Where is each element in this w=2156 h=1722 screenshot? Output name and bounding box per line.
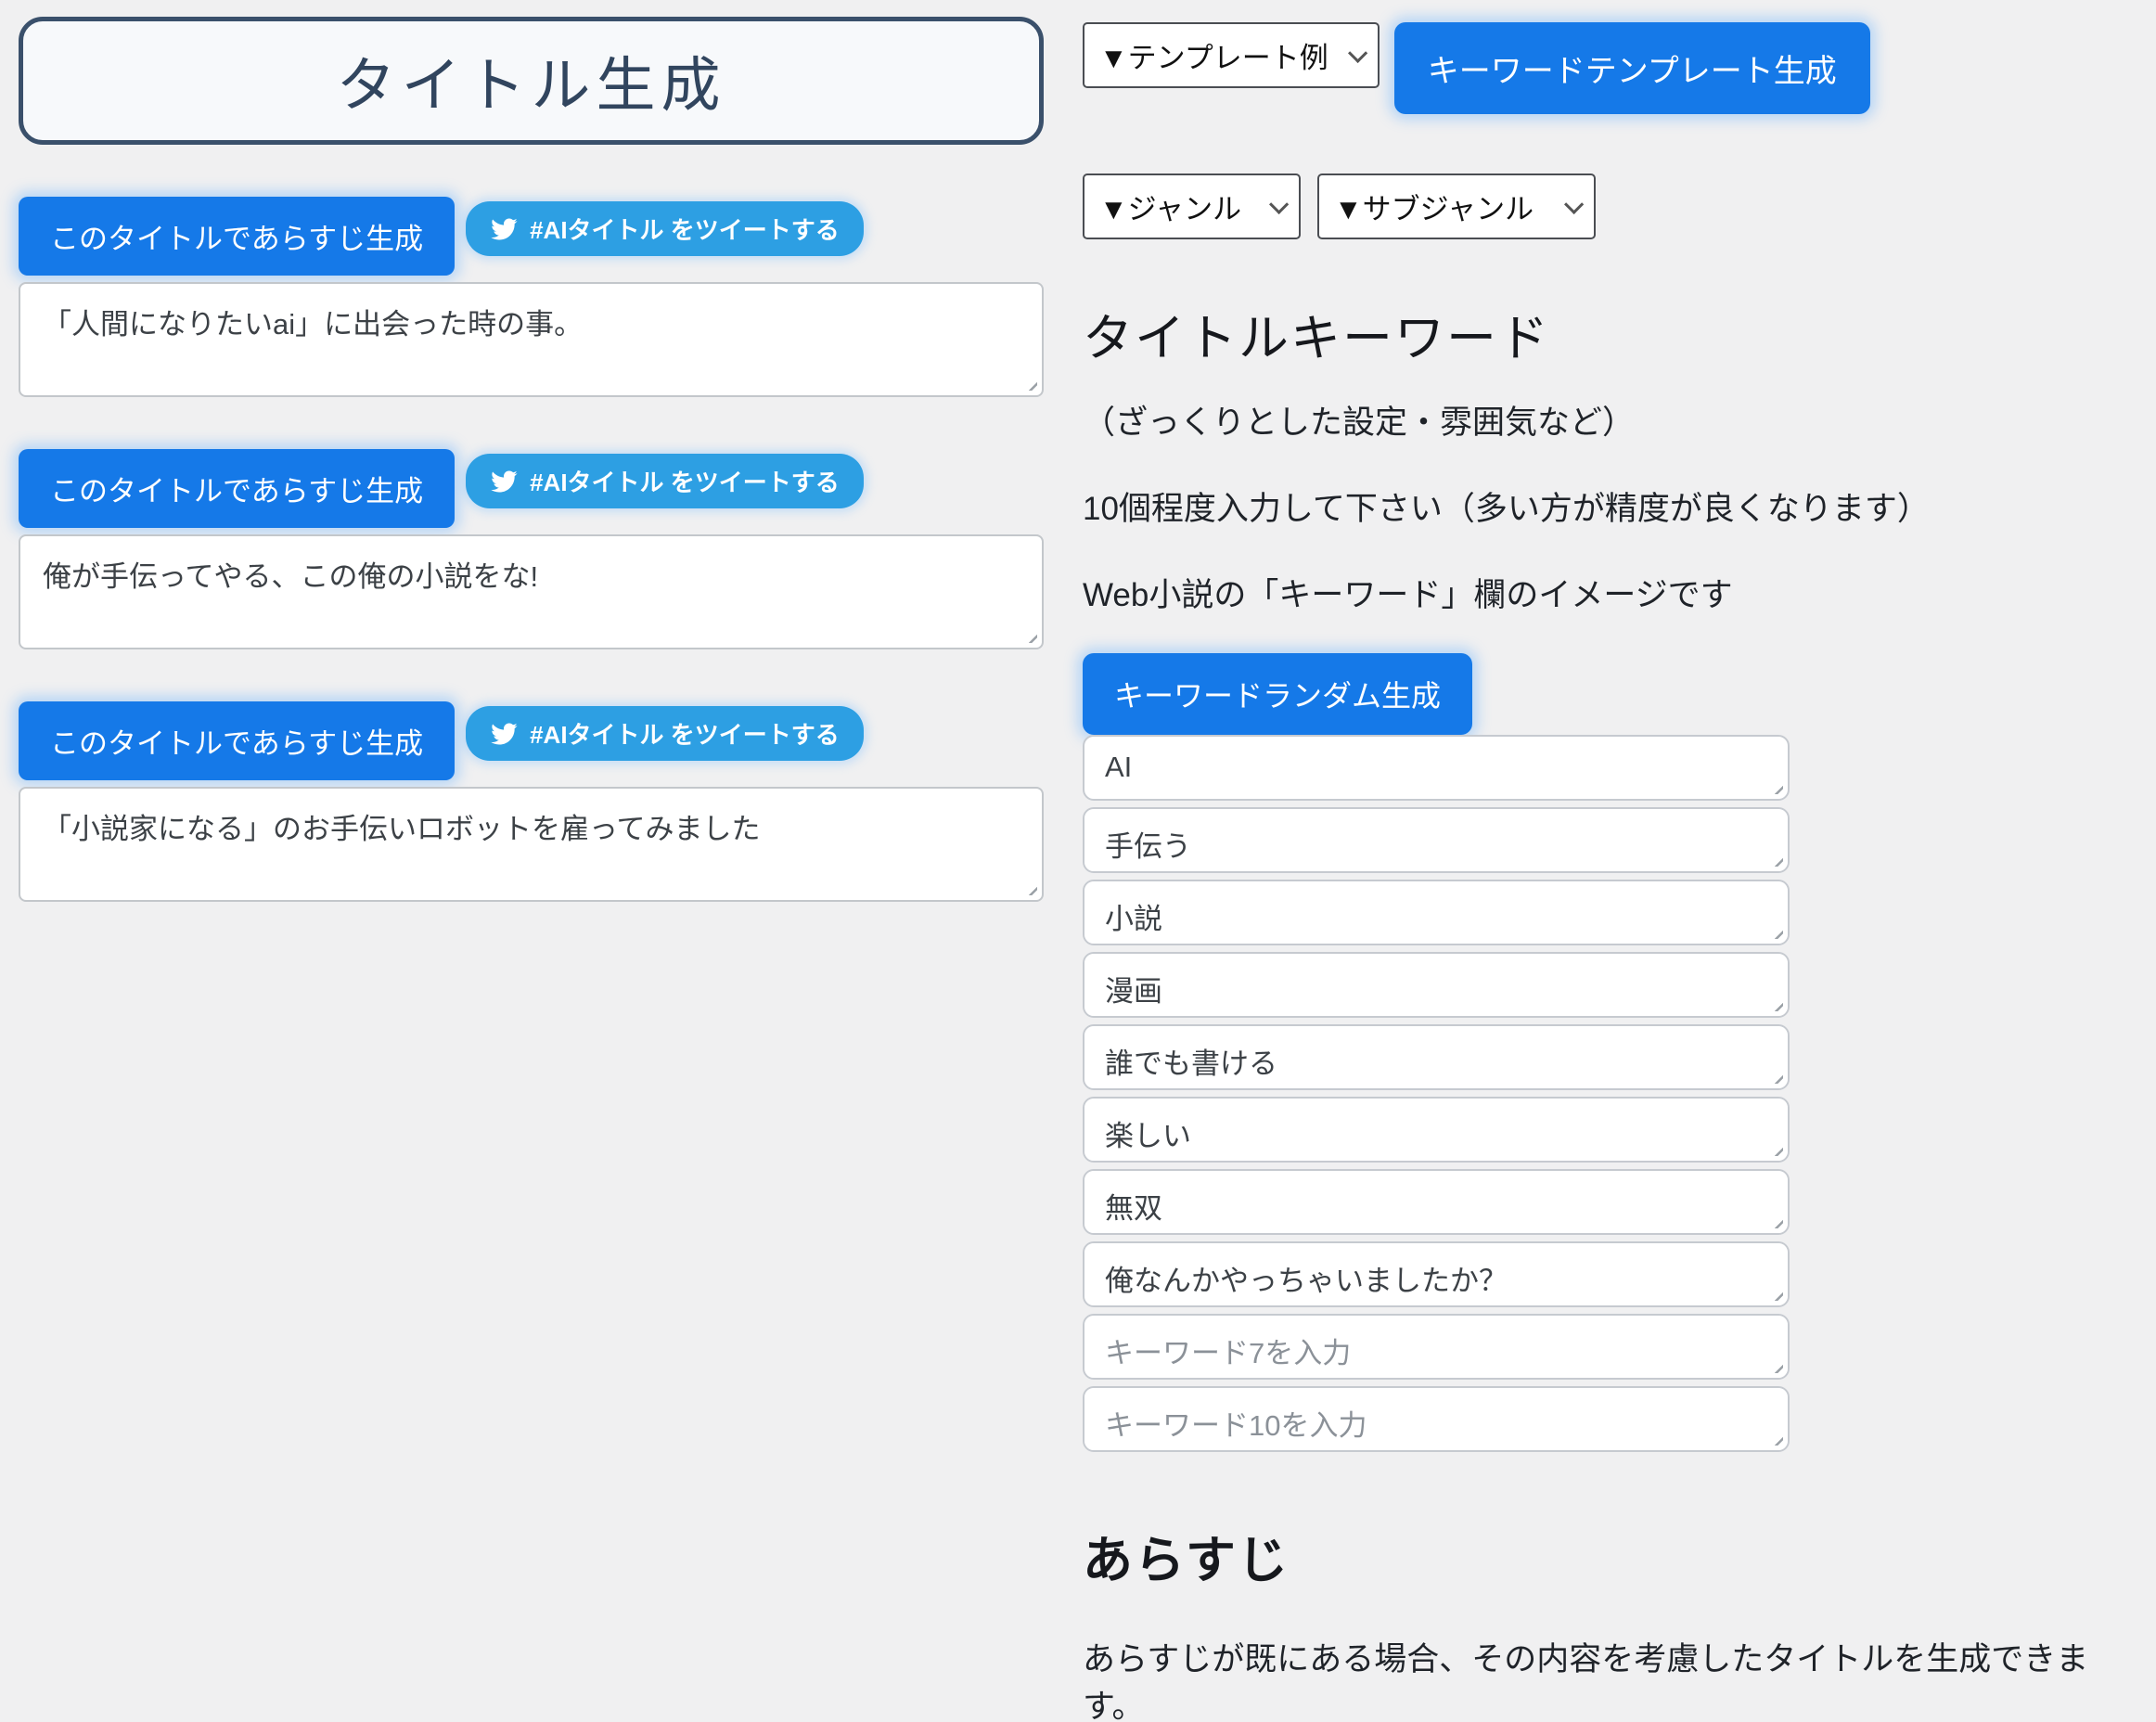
keyword-textarea[interactable]: 手伝う (1083, 807, 1790, 873)
generated-title-actions: このタイトルであらすじ生成 #AIタイトル をツイートする (19, 449, 1044, 528)
generated-title-textarea[interactable]: 「小説家になる」のお手伝いロボットを雇ってみました (19, 787, 1044, 902)
keyword-textarea[interactable]: 漫画 (1083, 952, 1790, 1018)
keyword-field-wrap (1083, 1386, 1790, 1452)
template-select-value: ▼テンプレート例 (1099, 34, 1328, 76)
template-select[interactable]: ▼テンプレート例 (1083, 22, 1380, 88)
generated-title-block: このタイトルであらすじ生成 #AIタイトル をツイートする 「小説家になる」のお… (19, 701, 1044, 902)
synopsis-heading: あらすじ (1083, 1519, 2131, 1592)
keyword-field-wrap: 小説 (1083, 880, 1790, 945)
generated-title-field-wrap: 「小説家になる」のお手伝いロボットを雇ってみました (19, 787, 1044, 902)
synopsis-description: あらすじが既にある場合、その内容を考慮したタイトルを生成できます。 (1083, 1633, 2131, 1722)
tweet-button-label: #AIタイトル をツイートする (530, 464, 840, 498)
generated-titles-column: タイトル生成 このタイトルであらすじ生成 #AIタイトル をツイートする 「人間… (19, 17, 1044, 902)
keywords-heading: タイトルキーワード (1083, 297, 2131, 370)
keyword-textarea[interactable]: 楽しい (1083, 1097, 1790, 1163)
twitter-bird-icon (490, 720, 518, 748)
keyword-textarea[interactable]: 誰でも書ける (1083, 1024, 1790, 1090)
generate-synopsis-button[interactable]: このタイトルであらすじ生成 (19, 197, 455, 276)
keyword-textarea[interactable]: 無双 (1083, 1169, 1790, 1235)
keyword-textarea[interactable]: 小説 (1083, 880, 1790, 945)
page-title: タイトル生成 (337, 38, 726, 123)
generated-title-field-wrap: 俺が手伝ってやる、この俺の小説をな! (19, 534, 1044, 649)
keyword-textarea[interactable] (1083, 1386, 1790, 1452)
genre-select[interactable]: ▼ジャンル (1083, 173, 1301, 239)
keyword-field-wrap: 手伝う (1083, 807, 1790, 873)
generate-synopsis-button[interactable]: このタイトルであらすじ生成 (19, 449, 455, 528)
keyword-field-wrap: AI (1083, 735, 1790, 801)
keywords-hint-count: 10個程度入力して下さい（多い方が精度が良くなります） (1083, 482, 2131, 530)
twitter-bird-icon (490, 468, 518, 495)
chevron-down-icon (1269, 195, 1289, 214)
title-generator-page: タイトル生成 このタイトルであらすじ生成 #AIタイトル をツイートする 「人間… (0, 0, 2156, 1722)
chevron-down-icon (1564, 195, 1584, 214)
keyword-field-wrap: 無双 (1083, 1169, 1790, 1235)
generated-title-block: このタイトルであらすじ生成 #AIタイトル をツイートする 「人間になりたいai… (19, 197, 1044, 397)
template-row: ▼テンプレート例 キーワードテンプレート生成 (1083, 22, 2131, 114)
keyword-list: AI 手伝う 小説 漫画 誰でも書ける 楽しい (1083, 735, 2131, 1452)
chevron-down-icon (1348, 44, 1367, 63)
keyword-field-wrap (1083, 1314, 1790, 1380)
generated-title-textarea[interactable]: 「人間になりたいai」に出会った時の事。 (19, 282, 1044, 397)
twitter-bird-icon (490, 215, 518, 243)
tweet-button[interactable]: #AIタイトル をツイートする (466, 201, 864, 256)
subgenre-select[interactable]: ▼サブジャンル (1317, 173, 1596, 239)
tweet-button-label: #AIタイトル をツイートする (530, 716, 840, 751)
genre-row: ▼ジャンル ▼サブジャンル (1083, 173, 2131, 239)
generate-synopsis-button[interactable]: このタイトルであらすじ生成 (19, 701, 455, 780)
keyword-textarea[interactable]: 俺なんかやっちゃいましたか？ (1083, 1241, 1790, 1307)
keyword-field-wrap: 誰でも書ける (1083, 1024, 1790, 1090)
random-keywords-button[interactable]: キーワードランダム生成 (1083, 653, 1472, 735)
generated-title-actions: このタイトルであらすじ生成 #AIタイトル をツイートする (19, 197, 1044, 276)
keyword-field-wrap: 俺なんかやっちゃいましたか？ (1083, 1241, 1790, 1307)
tweet-button[interactable]: #AIタイトル をツイートする (466, 706, 864, 761)
keywords-subheading: （ざっくりとした設定・雰囲気など） (1083, 396, 2131, 443)
tweet-button[interactable]: #AIタイトル をツイートする (466, 454, 864, 508)
subgenre-select-value: ▼サブジャンル (1334, 186, 1534, 227)
generated-title-field-wrap: 「人間になりたいai」に出会った時の事。 (19, 282, 1044, 397)
generated-title-textarea[interactable]: 俺が手伝ってやる、この俺の小説をな! (19, 534, 1044, 649)
keyword-field-wrap: 漫画 (1083, 952, 1790, 1018)
keywords-hint-image: Web小説の「キーワード」欄のイメージです (1083, 569, 2131, 616)
genre-select-value: ▼ジャンル (1099, 186, 1241, 227)
tweet-button-label: #AIタイトル をツイートする (530, 212, 840, 246)
generated-title-block: このタイトルであらすじ生成 #AIタイトル をツイートする 俺が手伝ってやる、こ… (19, 449, 1044, 649)
generated-title-actions: このタイトルであらすじ生成 #AIタイトル をツイートする (19, 701, 1044, 780)
app-title-box: タイトル生成 (19, 17, 1044, 145)
keyword-textarea[interactable] (1083, 1314, 1790, 1380)
generate-keyword-template-button[interactable]: キーワードテンプレート生成 (1394, 22, 1870, 114)
keyword-settings-column: ▼テンプレート例 キーワードテンプレート生成 ▼ジャンル ▼サブジャンル タイト… (1083, 17, 2131, 1722)
keyword-field-wrap: 楽しい (1083, 1097, 1790, 1163)
keyword-textarea[interactable]: AI (1083, 735, 1790, 801)
